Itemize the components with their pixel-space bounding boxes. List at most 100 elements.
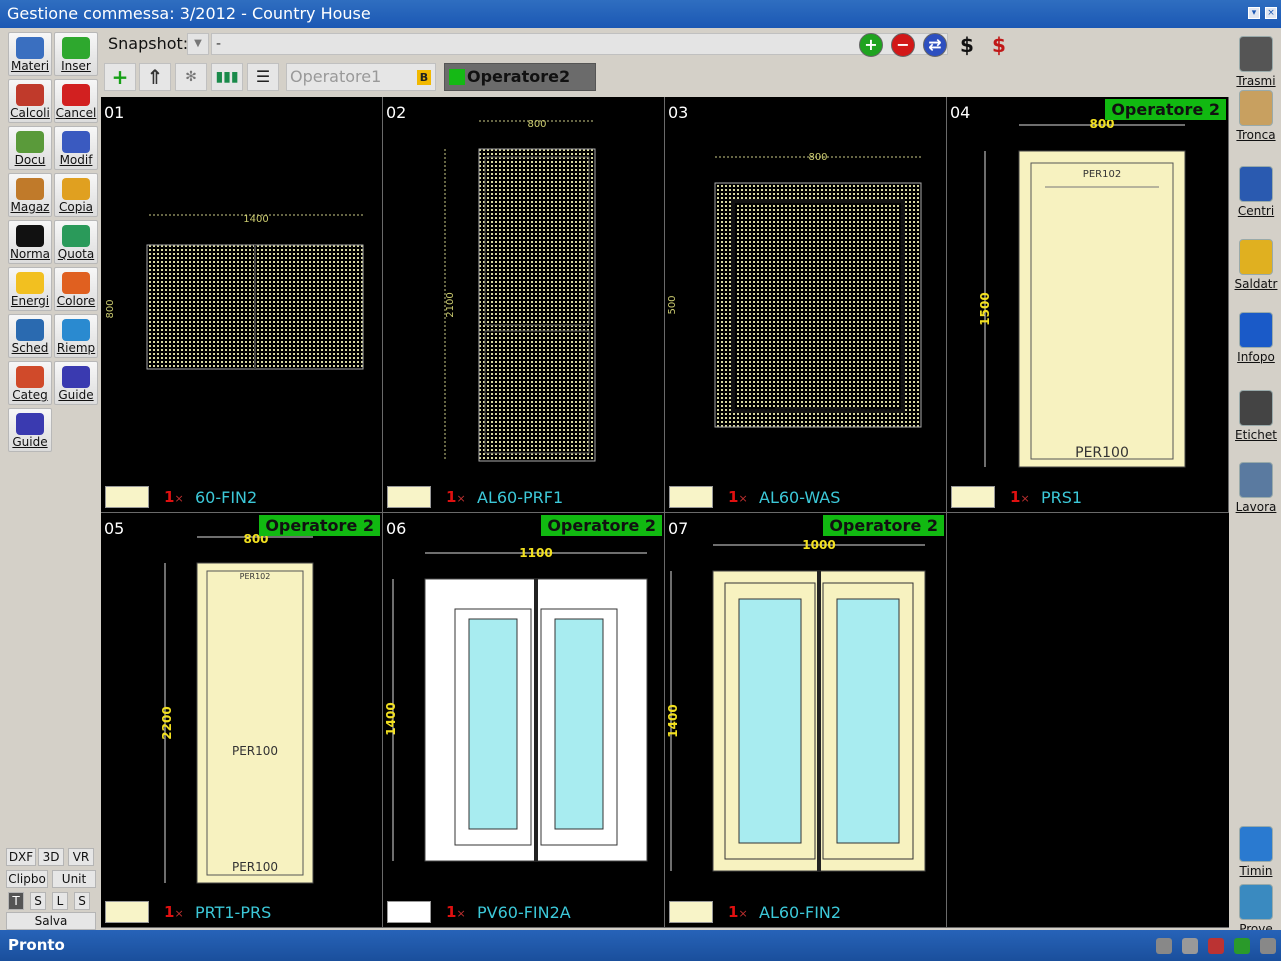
toolbar-tronca-button[interactable]: Tronca (1234, 86, 1278, 152)
norma-icon (16, 225, 44, 247)
item-code[interactable]: 60-FIN2 (195, 488, 257, 507)
item-code[interactable]: PV60-FIN2A (477, 903, 571, 922)
operator1-tab[interactable]: Operatore1 B (286, 63, 436, 91)
item-cell[interactable]: 1000 1400 07 Operatore 2 1× AL60-FIN2 (665, 513, 947, 928)
toolbar-label: Cancel (55, 106, 97, 120)
quantity: 1× (164, 903, 184, 921)
color-swatch (105, 901, 149, 923)
dim-height: 2100 (445, 292, 456, 317)
toolbar-docu-button[interactable]: Docu (8, 126, 52, 170)
toolbar-magaz-button[interactable]: Magaz (8, 173, 52, 217)
toolbar-calcoli-button[interactable]: Calcoli (8, 79, 52, 123)
guide-icon (62, 366, 90, 388)
s2-button[interactable]: S (74, 892, 90, 910)
toolbar-colore-button[interactable]: Colore (54, 267, 98, 311)
l-button[interactable]: L (52, 892, 68, 910)
empty-cell (947, 513, 1229, 928)
toolbar-label: Energi (10, 294, 50, 308)
toolbar-riemp-button[interactable]: Riemp (54, 314, 98, 358)
lavora-icon (1239, 462, 1273, 498)
close-window-button[interactable]: × (1265, 7, 1277, 19)
operator-tag: Operatore 2 (823, 515, 944, 536)
item-code[interactable]: PRS1 (1041, 488, 1082, 507)
title-bar: Gestione commessa: 3/2012 - Country Hous… (0, 0, 1281, 28)
riemp-icon (62, 319, 90, 341)
m-icon (1156, 938, 1172, 954)
toolbar-infopo-button[interactable]: Infopo (1234, 308, 1278, 374)
vr-button[interactable]: VR (68, 848, 94, 866)
item-drawing: 800 2100 (444, 119, 596, 462)
toolbar-norma-button[interactable]: Norma (8, 220, 52, 264)
item-drawing: 1000 1400 (666, 538, 926, 872)
add-snapshot-button[interactable]: + (859, 33, 883, 57)
restore-window-button[interactable]: ▾ (1248, 7, 1260, 19)
toolbar-inser-button[interactable]: Inser (54, 32, 98, 76)
snapshot-label: Snapshot: (108, 34, 189, 53)
quantity: 1× (164, 488, 184, 506)
modif-icon (62, 131, 90, 153)
bars-chart-icon[interactable]: ▮▮▮ (211, 63, 243, 91)
toolbar-label: Tronca (1236, 128, 1276, 142)
toolbar-label: Inser (61, 59, 91, 73)
docu-icon (16, 131, 44, 153)
label-bottom: PER100 (232, 860, 278, 874)
toolbar-timin-button[interactable]: Timin (1234, 822, 1278, 888)
remove-snapshot-button[interactable]: − (891, 33, 915, 57)
snapshot-field[interactable]: - (211, 33, 948, 55)
toolbar-saldatr-button[interactable]: Saldatr (1234, 235, 1278, 301)
swap-snapshot-button[interactable]: ⇄ (923, 33, 947, 57)
toolbar-guide-button[interactable]: Guide (54, 361, 98, 405)
item-cell[interactable]: 800 2100 02 1× AL60-PRF1 (383, 97, 665, 513)
clipbo-button[interactable]: Clipbo (6, 870, 48, 888)
infopo-icon (1239, 312, 1273, 348)
toolbar-sched-button[interactable]: Sched (8, 314, 52, 358)
list-view-icon[interactable]: ☰ (247, 63, 279, 91)
unit-button[interactable]: Unit (52, 870, 96, 888)
t-button[interactable]: T (8, 892, 24, 910)
toolbar-guide-button[interactable]: Guide (8, 408, 52, 452)
d3-button[interactable]: 3D (38, 848, 64, 866)
toolbar-categ-button[interactable]: Categ (8, 361, 52, 405)
dim-height: 2200 (160, 706, 174, 739)
toolbar-etichet-button[interactable]: Etichet (1234, 386, 1278, 452)
toolbar-label: Materi (10, 59, 50, 73)
toolbar-label: Copia (58, 200, 94, 214)
categ-icon (16, 366, 44, 388)
item-cell[interactable]: 1400 800 01 1× 60-FIN2 (101, 97, 383, 513)
dxf-button[interactable]: DXF (6, 848, 36, 866)
etichet-icon (1239, 390, 1273, 426)
tronca-icon (1239, 90, 1273, 126)
add-item-button[interactable]: + (104, 63, 136, 91)
toolbar-cancel-button[interactable]: Cancel (54, 79, 98, 123)
align-icon[interactable]: ⇑ (139, 63, 171, 91)
toolbar-quota-button[interactable]: Quota (54, 220, 98, 264)
top-bar: Snapshot: ▼ - + − ⇄ $ $ + ⇑ ✻ ▮▮▮ ☰ Oper… (103, 30, 1229, 94)
toolbar-energi-button[interactable]: Energi (8, 267, 52, 311)
operator-tag: Operatore 2 (259, 515, 380, 536)
timin-icon (1239, 826, 1273, 862)
item-code[interactable]: PRT1-PRS (195, 903, 271, 922)
price-button[interactable]: $ (954, 32, 980, 58)
item-code[interactable]: AL60-FIN2 (759, 903, 841, 922)
snapshot-dropdown-button[interactable]: ▼ (187, 33, 209, 55)
color-swatch (669, 486, 713, 508)
item-drawing: 800 PER102 PER100 1500 (978, 117, 1186, 468)
no-price-button[interactable]: $ (986, 32, 1012, 58)
toolbar-lavora-button[interactable]: Lavora (1234, 458, 1278, 524)
item-code[interactable]: AL60-WAS (759, 488, 840, 507)
toolbar-centri-button[interactable]: Centri (1234, 162, 1278, 228)
s-button[interactable]: S (30, 892, 46, 910)
item-cell[interactable]: 1100 1400 06 Operatore 2 1× PV60-FIN2A (383, 513, 665, 928)
item-cell[interactable]: 800 PER102 PER100 1500 04 Operatore 2 1×… (947, 97, 1229, 513)
item-cell[interactable]: 800 PER102 PER100 PER100 2200 05 Operato… (101, 513, 383, 928)
toolbar-copia-button[interactable]: Copia (54, 173, 98, 217)
toolbar-label: Categ (12, 388, 48, 402)
toolbar-materi-button[interactable]: Materi (8, 32, 52, 76)
item-code[interactable]: AL60-PRF1 (477, 488, 563, 507)
toolbar-modif-button[interactable]: Modif (54, 126, 98, 170)
cell-number: 01 (104, 103, 125, 122)
salva-button[interactable]: Salva (6, 912, 96, 930)
settings-icon[interactable]: ✻ (175, 63, 207, 91)
operator2-tab[interactable]: Operatore2 (444, 63, 596, 91)
item-cell[interactable]: 800 500 03 1× AL60-WAS (665, 97, 947, 513)
